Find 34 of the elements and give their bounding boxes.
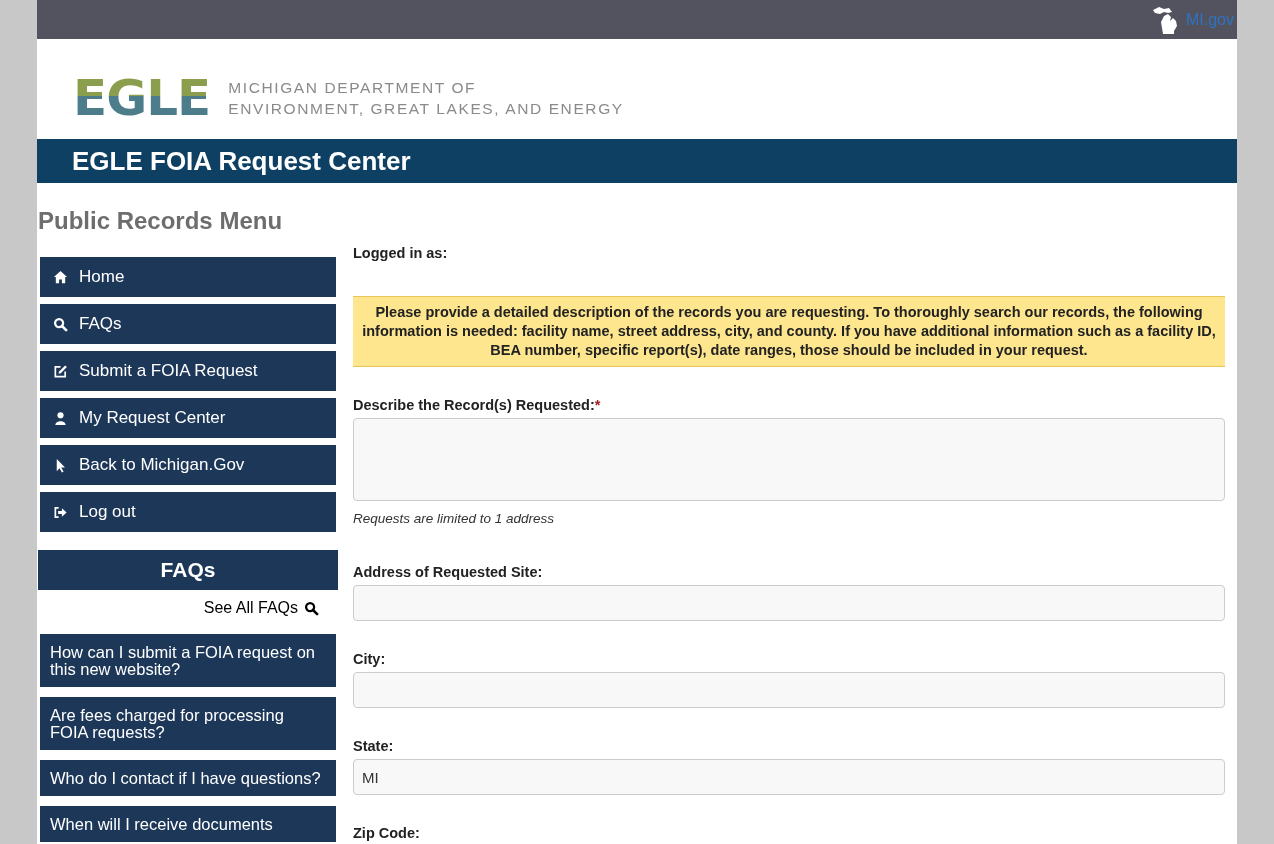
field-label: Describe the Record(s) Requested:* [353,397,602,414]
edit-icon [53,363,68,379]
faq-item[interactable]: Are fees charged for processing FOIA requests? [40,697,336,750]
menu-item[interactable]: Back to Michigan.Gov [40,445,336,485]
field-label: City: [353,651,387,668]
menu-item[interactable]: Submit a FOIA Request [40,351,336,391]
faq-heading: FAQs [38,550,338,590]
faq-item[interactable]: How can I submit a FOIA request on this new website? [40,634,336,687]
faq-item[interactable]: When will I receive documents [40,806,336,842]
input-field[interactable]: MI [353,759,1225,795]
department-name: MICHIGAN DEPARTMENT OF [228,78,478,98]
menu-item[interactable]: Home [40,257,336,297]
input-field[interactable] [353,585,1225,621]
department-name: ENVIRONMENT, GREAT LAKES, AND ENERGY [228,99,624,119]
home-icon [53,269,68,285]
menu-heading: Public Records Menu [38,207,284,235]
faq-item[interactable]: Who do I contact if I have questions? [40,760,336,796]
search-icon [53,316,68,332]
see-all-faqs-link[interactable]: See All FAQs [203,599,319,617]
menu-item[interactable]: My Request Center [40,398,336,438]
search-icon [304,600,319,616]
site-title: EGLE FOIA Request Center [72,145,411,177]
menu-item[interactable]: Log out [40,492,336,532]
help-text: Requests are limited to 1 address [353,511,556,526]
user-icon [53,410,68,426]
menu-item[interactable]: FAQs [40,304,336,344]
logout-icon [53,504,68,520]
text-area[interactable] [353,418,1225,501]
input-field[interactable] [353,672,1225,708]
field-label: State: [353,738,395,755]
notice-banner: Please provide a detailed description of the records you are requesting. To thoroughly search our records, the following information is needed: facility name, street address, city, and county. If you have additional information such as a facility ID, BEA number, specific report(s), date ranges, those should be included in your request. [353,296,1225,367]
field-label: Zip Code: [353,825,421,842]
logged-in-label: Logged in as: [353,245,449,261]
field-label: Address of Requested Site: [353,564,544,581]
